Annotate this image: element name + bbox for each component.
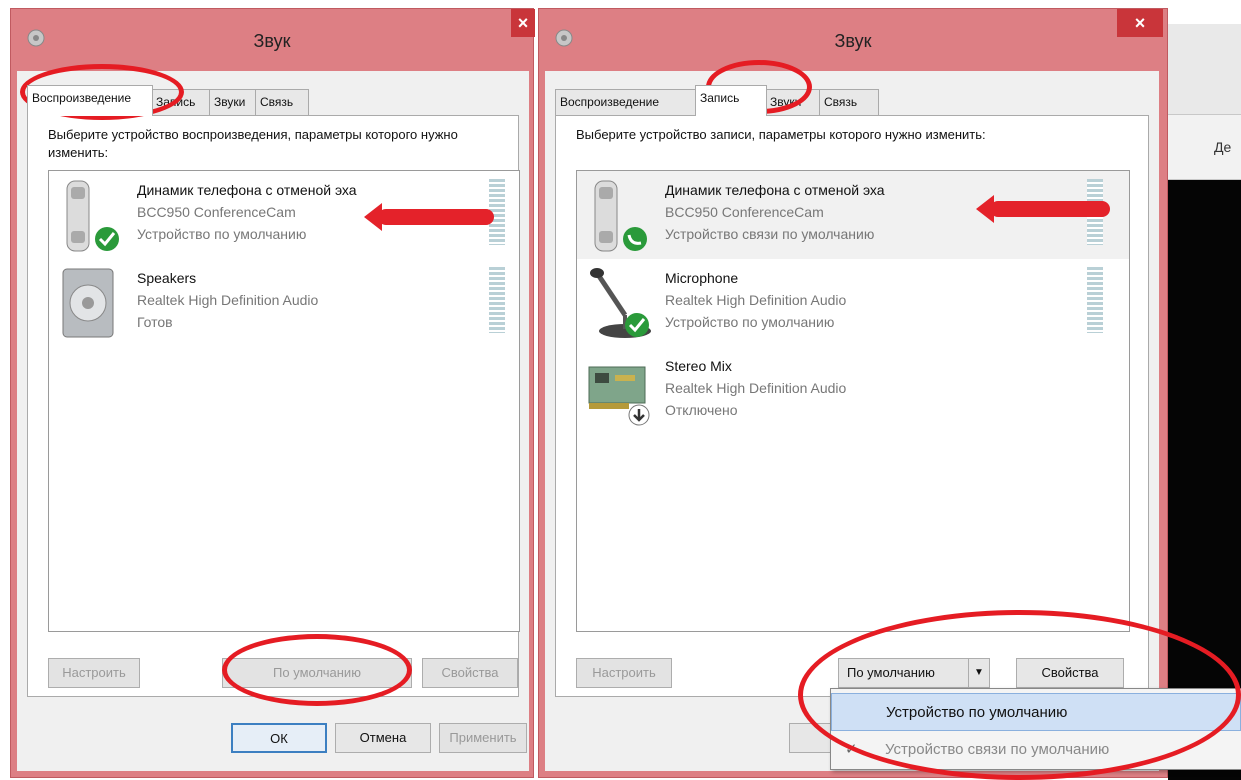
tab-communications[interactable]: Связь [819, 89, 879, 115]
properties-button[interactable]: Свойства [422, 658, 518, 688]
handset-icon [66, 180, 119, 252]
device-name: Динамик телефона с отменой эха [665, 182, 885, 198]
device-name: Stereo Mix [665, 358, 732, 374]
annotation-arrow-right [976, 195, 1110, 223]
annotation-oval-dropdown [798, 610, 1241, 780]
device-list[interactable]: Динамик телефона с отменой эха BCC950 Co… [48, 170, 520, 632]
apply-button[interactable]: Применить [439, 723, 527, 753]
instruction-text: Выберите устройство воспроизведения, пар… [48, 127, 458, 160]
annotation-oval-default-button [222, 634, 412, 706]
annotation-arrow-left [364, 203, 494, 231]
device-item[interactable]: Microphone Realtek High Definition Audio… [577, 259, 1129, 347]
level-meter [1087, 267, 1103, 333]
device-status: Устройство связи по умолчанию [665, 226, 875, 242]
tab-sounds[interactable]: Звуки [209, 89, 257, 115]
tab-recording[interactable]: Запись [695, 85, 767, 116]
device-model: Realtek High Definition Audio [137, 292, 319, 308]
device-status: Готов [137, 314, 173, 330]
tab-panel: Выберите устройство воспроизведения, пар… [27, 115, 520, 697]
tab-playback[interactable]: Воспроизведение [555, 89, 697, 115]
tab-communications[interactable]: Связь [255, 89, 309, 115]
device-status: Отключено [665, 402, 738, 418]
device-name: Speakers [137, 270, 197, 286]
sound-card-icon [588, 366, 650, 426]
cancel-button[interactable]: Отмена [335, 723, 431, 753]
configure-button[interactable]: Настроить [48, 658, 140, 688]
device-status: Устройство по умолчанию [665, 314, 835, 330]
close-button[interactable]: × [511, 9, 535, 37]
device-item[interactable]: Stereo Mix Realtek High Definition Audio… [577, 347, 1129, 435]
handset-icon [594, 180, 647, 252]
device-list[interactable]: Динамик телефона с отменой эха BCC950 Co… [576, 170, 1130, 632]
device-status: Устройство по умолчанию [137, 226, 307, 242]
device-model: Realtek High Definition Audio [665, 292, 847, 308]
device-model: BCC950 ConferenceCam [137, 204, 296, 220]
window-title: Звук [253, 31, 291, 51]
title-bar: Звук × [11, 9, 535, 69]
microphone-icon [590, 268, 651, 338]
configure-button[interactable]: Настроить [576, 658, 672, 688]
speaker-icon [62, 268, 114, 338]
device-name: Microphone [665, 270, 739, 286]
device-item[interactable]: Speakers Realtek High Definition Audio Г… [49, 259, 519, 347]
instruction-text: Выберите устройство записи, параметры ко… [576, 127, 986, 142]
device-model: BCC950 ConferenceCam [665, 204, 824, 220]
background-tab-label[interactable]: Де [1214, 139, 1231, 155]
device-model: Realtek High Definition Audio [665, 380, 847, 396]
level-meter [489, 267, 505, 333]
close-button[interactable]: × [1117, 9, 1163, 37]
tab-playback[interactable]: Воспроизведение [27, 85, 153, 116]
background-toolbar: Де [1168, 114, 1241, 180]
window-title: Звук [834, 31, 872, 51]
ok-button[interactable]: ОК [231, 723, 327, 753]
device-name: Динамик телефона с отменой эха [137, 182, 357, 198]
title-bar: Звук × [539, 9, 1167, 69]
